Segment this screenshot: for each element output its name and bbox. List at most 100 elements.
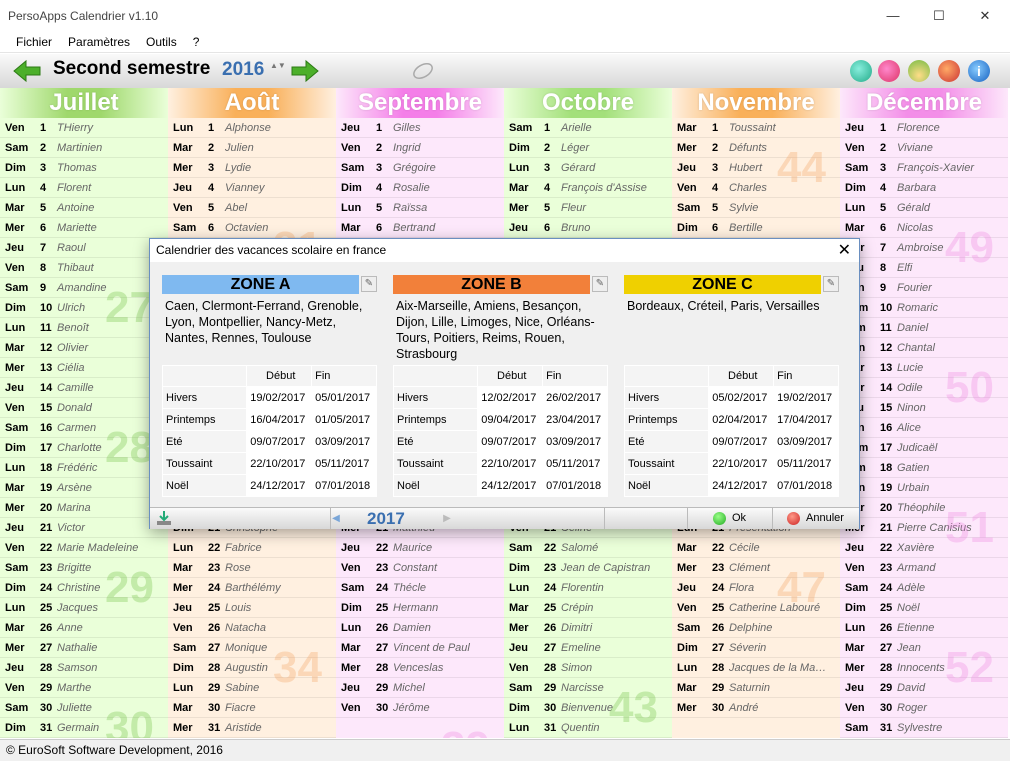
year-prev-icon[interactable]: ◀: [331, 508, 341, 529]
end-date[interactable]: 17/04/2017: [773, 408, 839, 431]
next-arrow-icon[interactable]: [290, 59, 320, 83]
day-row[interactable]: Jeu 22 Maurice: [336, 538, 504, 558]
day-row[interactable]: Lun 25 Jacques: [0, 598, 168, 618]
day-row[interactable]: Mer 28 Innocents: [840, 658, 1008, 678]
year-next-icon[interactable]: ▶: [442, 508, 452, 529]
start-date[interactable]: 12/02/2017: [477, 386, 544, 409]
table-row[interactable]: Printemps 09/04/2017 23/04/2017: [392, 408, 608, 431]
day-row[interactable]: Mar 5 Antoine: [0, 198, 168, 218]
day-row[interactable]: Mer 13 Ciélia: [0, 358, 168, 378]
day-row[interactable]: Sam17Judicaël: [840, 438, 1008, 458]
info-icon[interactable]: i: [968, 60, 990, 82]
day-row[interactable]: Jeu 7 Raoul: [0, 238, 168, 258]
day-row[interactable]: Mar 23 Rose: [168, 558, 336, 578]
pin-icon[interactable]: [878, 60, 900, 82]
day-row[interactable]: Ven 2 Viviane: [840, 138, 1008, 158]
start-date[interactable]: 09/07/2017: [708, 430, 775, 453]
day-row[interactable]: Sam 6 Octavien: [168, 218, 336, 238]
day-row[interactable]: Sam 30 Juliette: [0, 698, 168, 718]
day-row[interactable]: Dim 31 Germain: [0, 718, 168, 738]
day-row[interactable]: Sam 22 Salomé: [504, 538, 672, 558]
day-row[interactable]: Jeu 29 Michel: [336, 678, 504, 698]
day-row[interactable]: Ven 23 Constant: [336, 558, 504, 578]
day-row[interactable]: Sam 9 Amandine: [0, 278, 168, 298]
day-row[interactable]: Sam 2 Martinien: [0, 138, 168, 158]
day-row[interactable]: Sam 31 Sylvestre: [840, 718, 1008, 738]
day-row[interactable]: Mar 30 Fiacre: [168, 698, 336, 718]
end-date[interactable]: 01/05/2017: [311, 408, 377, 431]
zone-a-edit-icon[interactable]: ✎: [361, 276, 377, 292]
maximize-button[interactable]: ☐: [916, 0, 962, 31]
day-row[interactable]: Mer 28 Venceslas: [336, 658, 504, 678]
menu-help[interactable]: ?: [185, 35, 208, 49]
day-row[interactable]: Jeu 3 Hubert: [672, 158, 840, 178]
end-date[interactable]: 05/11/2017: [311, 452, 377, 475]
table-row[interactable]: Toussaint 22/10/2017 05/11/2017: [161, 452, 377, 475]
day-row[interactable]: Ven 1 THierry: [0, 118, 168, 138]
zone-b-edit-icon[interactable]: ✎: [592, 276, 608, 292]
day-row[interactable]: Ven9Fourier: [840, 278, 1008, 298]
day-row[interactable]: Mar 26 Anne: [0, 618, 168, 638]
balloons-icon[interactable]: [850, 60, 872, 82]
start-date[interactable]: 02/04/2017: [708, 408, 775, 431]
day-row[interactable]: Mer 6 Mariette: [0, 218, 168, 238]
menu-fichier[interactable]: Fichier: [0, 35, 60, 49]
day-row[interactable]: Lun 31 Quentin: [504, 718, 672, 738]
day-row[interactable]: Mer 20 Marina: [0, 498, 168, 518]
day-row[interactable]: Dim 6 Bertille: [672, 218, 840, 238]
day-row[interactable]: Dim 28 Augustin: [168, 658, 336, 678]
day-row[interactable]: Ven 28 Simon: [504, 658, 672, 678]
day-row[interactable]: Lun 3 Gérard: [504, 158, 672, 178]
day-row[interactable]: Sam 27 Monique: [168, 638, 336, 658]
end-date[interactable]: 03/09/2017: [542, 430, 608, 453]
day-row[interactable]: Lun12Chantal: [840, 338, 1008, 358]
start-date[interactable]: 24/12/2017: [477, 474, 544, 497]
year-value[interactable]: 2016: [222, 59, 264, 81]
start-date[interactable]: 05/02/2017: [708, 386, 775, 409]
end-date[interactable]: 05/11/2017: [773, 452, 839, 475]
day-row[interactable]: Sam 24 Adèle: [840, 578, 1008, 598]
day-row[interactable]: Dim 25 Hermann: [336, 598, 504, 618]
day-row[interactable]: Jeu 29 David: [840, 678, 1008, 698]
day-row[interactable]: Sam 26 Delphine: [672, 618, 840, 638]
day-row[interactable]: Ven 22 Marie Madeleine: [0, 538, 168, 558]
day-row[interactable]: Mer14Odile: [840, 378, 1008, 398]
day-row[interactable]: Jeu 4 Vianney: [168, 178, 336, 198]
day-row[interactable]: Lun 22 Fabrice: [168, 538, 336, 558]
day-row[interactable]: Mar 6 Nicolas: [840, 218, 1008, 238]
day-row[interactable]: Mar 2 Julien: [168, 138, 336, 158]
table-row[interactable]: Hivers 19/02/2017 05/01/2017: [161, 386, 377, 409]
day-row[interactable]: Dim 17 Charlotte: [0, 438, 168, 458]
day-row[interactable]: Mar 29 Saturnin: [672, 678, 840, 698]
table-row[interactable]: Printemps 02/04/2017 17/04/2017: [623, 408, 839, 431]
start-date[interactable]: 24/12/2017: [246, 474, 313, 497]
day-row[interactable]: Jeu 14 Camille: [0, 378, 168, 398]
day-row[interactable]: Lun 18 Frédéric: [0, 458, 168, 478]
table-row[interactable]: Eté 09/07/2017 03/09/2017: [161, 430, 377, 453]
cancel-button[interactable]: Annuler: [772, 508, 859, 529]
day-row[interactable]: Ven 29 Marthe: [0, 678, 168, 698]
day-row[interactable]: Mer 24 Barthélémy: [168, 578, 336, 598]
day-row[interactable]: Mar 12 Olivier: [0, 338, 168, 358]
table-row[interactable]: Eté 09/07/2017 03/09/2017: [623, 430, 839, 453]
day-row[interactable]: Jeu 25 Louis: [168, 598, 336, 618]
day-row[interactable]: Lun 1 Alphonse: [168, 118, 336, 138]
day-row[interactable]: Jeu 27 Emeline: [504, 638, 672, 658]
end-date[interactable]: 07/01/2018: [542, 474, 608, 497]
day-row[interactable]: Mer 27 Nathalie: [0, 638, 168, 658]
day-row[interactable]: Sam 16 Carmen: [0, 418, 168, 438]
table-row[interactable]: Toussaint 22/10/2017 05/11/2017: [623, 452, 839, 475]
day-row[interactable]: Lun 29 Sabine: [168, 678, 336, 698]
day-row[interactable]: Lun19Urbain: [840, 478, 1008, 498]
start-date[interactable]: 22/10/2017: [477, 452, 544, 475]
day-row[interactable]: Dim 25 Noël: [840, 598, 1008, 618]
day-row[interactable]: Ven 23 Armand: [840, 558, 1008, 578]
start-date[interactable]: 09/04/2017: [477, 408, 544, 431]
palm-tree-icon[interactable]: [908, 60, 930, 82]
day-row[interactable]: Jeu 1 Gilles: [336, 118, 504, 138]
day-row[interactable]: Mer 2 Défunts: [672, 138, 840, 158]
day-row[interactable]: Dim 23 Jean de Capistran: [504, 558, 672, 578]
day-row[interactable]: Jeu8Elfi: [840, 258, 1008, 278]
day-row[interactable]: Dim 27 Séverin: [672, 638, 840, 658]
day-row[interactable]: Mar 19 Arsène: [0, 478, 168, 498]
